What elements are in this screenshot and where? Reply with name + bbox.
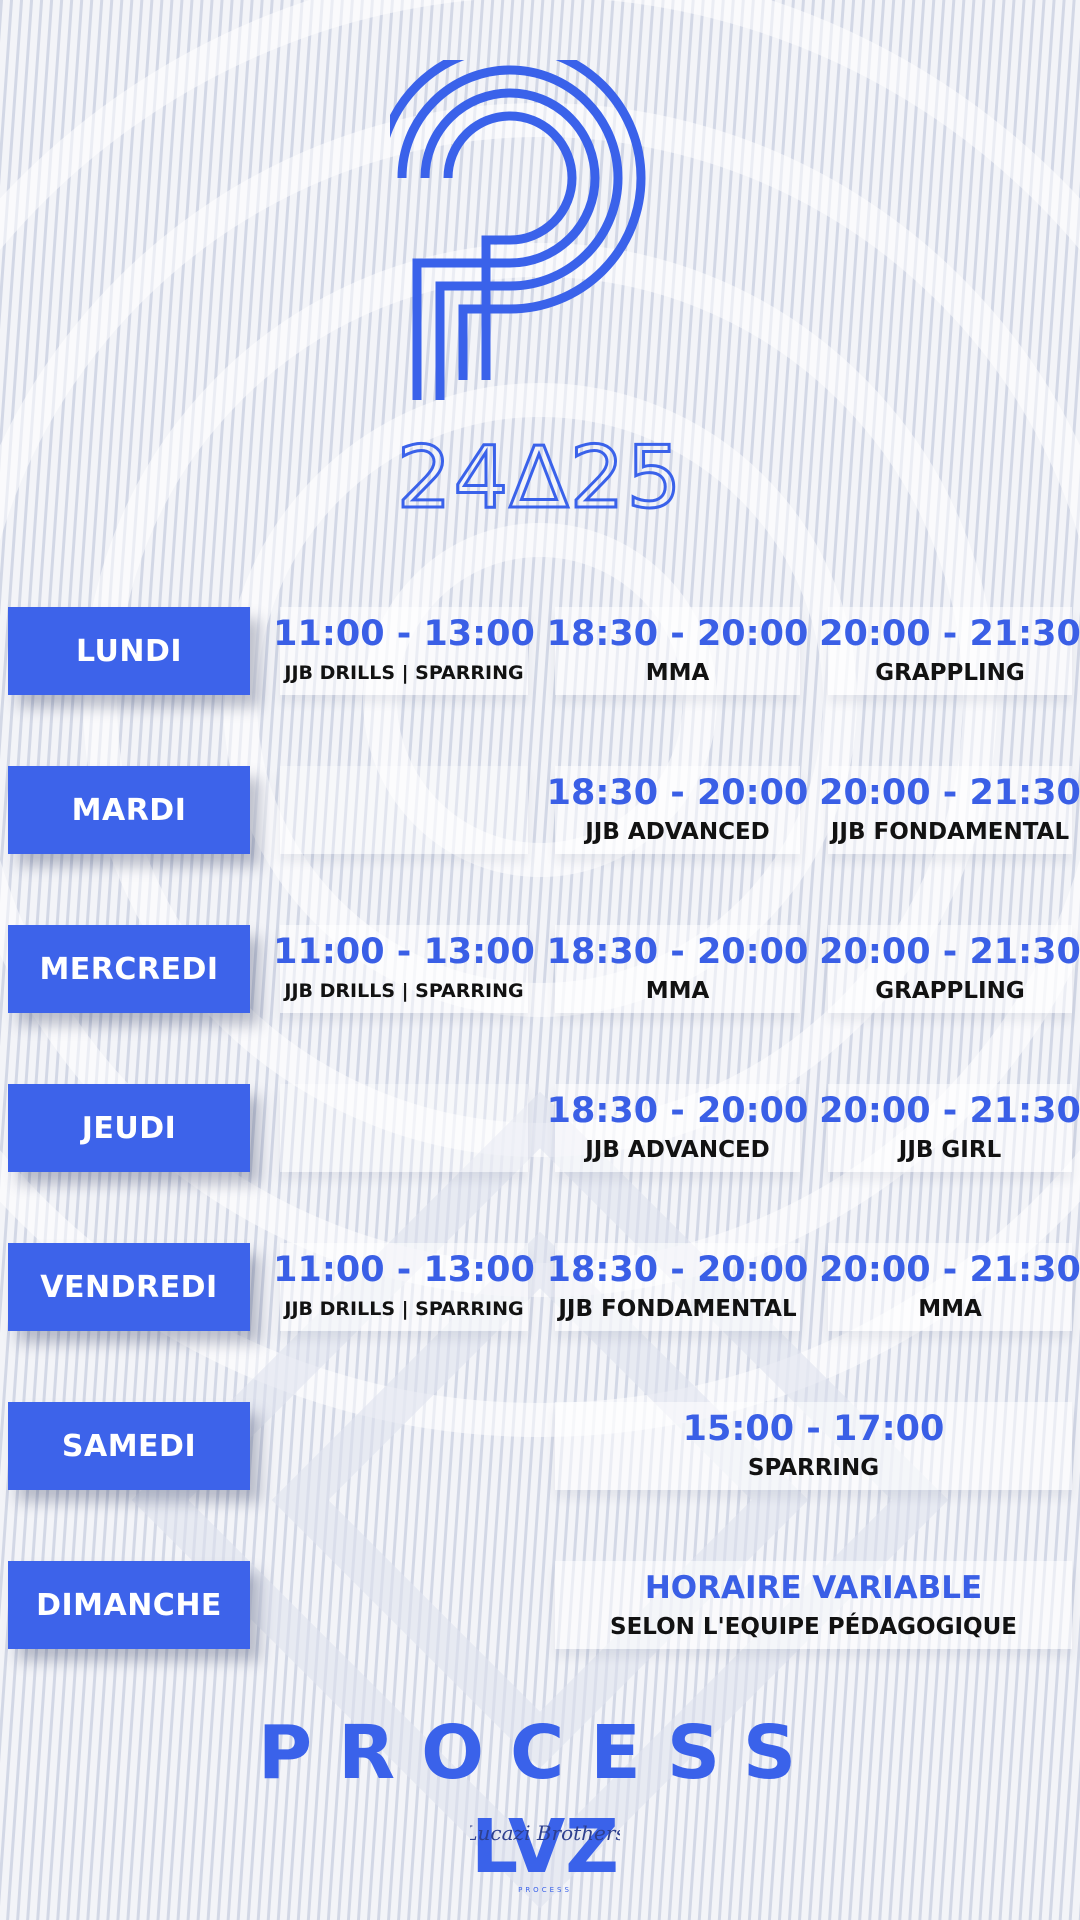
session-time: 18:30 - 20:00 [546,932,809,972]
session-slot: 18:30 - 20:00 MMA [547,607,808,695]
session-class: GRAPPLING [875,660,1025,686]
session-class: SPARRING [747,1455,880,1481]
session-time: 18:30 - 20:00 [546,614,809,654]
session-class: JJB DRILLS | SPARRING [284,1298,524,1320]
schedule-row-mercredi: MERCREDI 11:00 - 13:00 JJB DRILLS | SPARRI… [0,925,1080,1015]
day-label: VENDREDI [8,1243,250,1331]
lvz-sub-logo: LVZ Lucazi Brothers PROCESS [470,1804,620,1894]
svg-text:PROCESS: PROCESS [518,1886,572,1894]
session-time: 20:00 - 21:30 [819,932,1080,972]
session-time: 20:00 - 21:30 [819,614,1080,654]
session-class: SELON L'EQUIPE PÉDAGOGIQUE [610,1614,1017,1640]
session-slot: 20:00 - 21:30 GRAPPLING [819,925,1080,1013]
session-class: JJB FONDAMENTAL [830,819,1070,845]
session-time: 20:00 - 21:30 [819,773,1080,813]
empty-slot [280,1084,528,1172]
session-class: JJB FONDAMENTAL [558,1296,797,1322]
session-slot: 18:30 - 20:00 JJB ADVANCED [547,1084,808,1172]
session-time: 20:00 - 21:30 [819,1091,1080,1131]
session-class: JJB ADVANCED [585,819,770,845]
day-label: DIMANCHE [8,1561,250,1649]
session-time: 11:00 - 13:00 [273,1250,535,1290]
schedule-row-mardi: MARDI 18:30 - 20:00 JJB ADVANCED 20:00 - 21… [0,766,1080,856]
svg-text:24∆25: 24∆25 [397,428,683,525]
day-label: SAMEDI [8,1402,250,1490]
schedule-row-samedi: SAMEDI 15:00 - 17:00 SPARRING [0,1402,1080,1492]
day-label: MARDI [8,766,250,854]
session-slot: 18:30 - 20:00 JJB ADVANCED [547,766,808,854]
day-label: MERCREDI [8,925,250,1013]
schedule-row-lundi: LUNDI 11:00 - 13:00 JJB DRILLS | SPARRING 1… [0,607,1080,697]
session-time: 18:30 - 20:00 [546,1250,809,1290]
session-slot: 20:00 - 21:30 JJB GIRL [819,1084,1080,1172]
empty-slot [280,766,528,854]
session-time: 20:00 - 21:30 [819,1250,1080,1290]
session-class: MMA [645,660,710,686]
season-label: 24∆25 [395,427,683,526]
session-slot: 11:00 - 13:00 JJB DRILLS | SPARRING [273,1243,535,1331]
brand-wordmark: PROCESS [257,1710,823,1796]
day-label: JEUDI [8,1084,250,1172]
session-time: 18:30 - 20:00 [546,1091,809,1131]
session-time: 18:30 - 20:00 [546,773,809,813]
svg-text:LVZ: LVZ [471,1804,619,1890]
session-time: 11:00 - 13:00 [273,614,535,654]
day-label: LUNDI [8,607,250,695]
schedule-row-vendredi: VENDREDI 11:00 - 13:00 JJB DRILLS | SPARRI… [0,1243,1080,1333]
session-time: 11:00 - 13:00 [273,932,535,972]
process-p-logo [390,60,646,400]
session-slot: 15:00 - 17:00 SPARRING [555,1402,1072,1490]
session-slot: 11:00 - 13:00 JJB DRILLS | SPARRING [273,925,535,1013]
schedule-row-dimanche: DIMANCHE HORAIRE VARIABLE SELON L'EQUIPE P… [0,1561,1080,1651]
session-class: MMA [918,1296,982,1322]
session-slot: 18:30 - 20:00 JJB FONDAMENTAL [547,1243,808,1331]
schedule-row-jeudi: JEUDI 18:30 - 20:00 JJB ADVANCED 20:00 - 21… [0,1084,1080,1174]
svg-text:Lucazi Brothers: Lucazi Brothers [470,1821,620,1845]
session-slot: 20:00 - 21:30 JJB FONDAMENTAL [819,766,1080,854]
session-time: HORAIRE VARIABLE [644,1570,983,1606]
session-slot: 11:00 - 13:00 JJB DRILLS | SPARRING [273,607,535,695]
session-time: 15:00 - 17:00 [682,1409,945,1449]
session-class: JJB DRILLS | SPARRING [284,980,524,1002]
session-class: JJB GIRL [898,1137,1002,1163]
session-class: JJB DRILLS | SPARRING [284,662,524,684]
session-slot: HORAIRE VARIABLE SELON L'EQUIPE PÉDAGOGIQ… [555,1561,1072,1649]
session-class: MMA [645,978,710,1004]
session-slot: 18:30 - 20:00 MMA [547,925,808,1013]
session-class: GRAPPLING [875,978,1025,1004]
session-class: JJB ADVANCED [585,1137,770,1163]
session-slot: 20:00 - 21:30 MMA [819,1243,1080,1331]
session-slot: 20:00 - 21:30 GRAPPLING [819,607,1080,695]
